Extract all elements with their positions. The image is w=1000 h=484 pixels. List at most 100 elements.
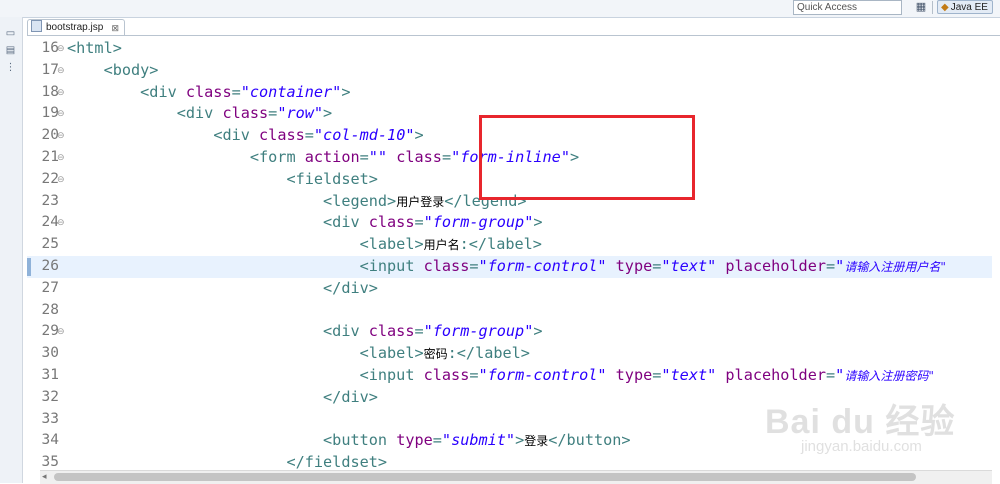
code-token: <label>	[359, 235, 424, 254]
tab-title: bootstrap.jsp	[46, 22, 104, 33]
scrollbar-thumb[interactable]	[54, 473, 916, 481]
code-token: =	[469, 256, 479, 275]
java-ee-icon: ◆	[941, 2, 949, 13]
line-number: 22	[41, 170, 59, 187]
restore-icon[interactable]: ▭	[4, 27, 17, 40]
code-line[interactable]: 30 <label>密码:</label>	[27, 343, 1000, 365]
code-token: class	[185, 82, 232, 101]
red-highlight-box	[479, 115, 695, 200]
code-token: <fieldset>	[286, 169, 378, 188]
code-token: </div>	[323, 278, 378, 297]
code-token: 登录	[524, 434, 549, 449]
code-token: ""	[368, 147, 397, 166]
code-token: =	[414, 213, 424, 232]
code-token: >	[414, 126, 424, 145]
code-token: =	[432, 431, 442, 450]
code-text: <input class="form-control" type="text" …	[67, 365, 934, 388]
line-number: 34	[41, 432, 59, 449]
code-token: =	[304, 126, 314, 145]
code-text: </div>	[67, 278, 378, 300]
code-text: <button type="submit">登录</button>	[67, 430, 631, 453]
left-trim-stack: ▭ ▤ ⋮	[0, 17, 23, 483]
code-line[interactable]: 31 <input class="form-control" type="tex…	[27, 365, 1000, 387]
line-number: 25	[41, 236, 59, 253]
code-text: <div class="form-group">	[67, 212, 543, 234]
code-line[interactable]: 17 ⊖ <body>	[27, 60, 1000, 82]
code-token: =	[826, 256, 836, 275]
code-token: =	[231, 82, 241, 101]
code-text: <body>	[67, 60, 159, 82]
code-token: 用户名	[423, 238, 460, 253]
toolbar-separator	[932, 1, 933, 14]
fold-toggle-icon[interactable]: ⊖	[57, 219, 65, 228]
code-text: <div class="col-md-10">	[67, 125, 424, 147]
open-perspective-icon[interactable]: ▦	[914, 0, 928, 14]
line-number: 29	[41, 323, 59, 340]
fold-toggle-icon[interactable]: ⊖	[57, 45, 65, 54]
line-number: 18	[41, 83, 59, 100]
code-token: class	[423, 365, 470, 384]
code-token: 用户登录	[396, 194, 445, 209]
code-token: <legend>	[323, 191, 397, 210]
line-number: 24	[41, 214, 59, 231]
fold-toggle-icon[interactable]: ⊖	[57, 66, 65, 76]
code-token: <form	[249, 147, 305, 166]
code-line[interactable]: 25 <label>用户名:</label>	[27, 234, 1000, 256]
code-token: =	[826, 365, 836, 384]
code-token: >	[515, 431, 525, 450]
code-line[interactable]: 28	[27, 300, 1000, 322]
watermark-logo: Bai du 经验	[765, 403, 956, 441]
code-text: <div class="container">	[67, 82, 350, 104]
fold-toggle-icon[interactable]: ⊖	[57, 175, 65, 185]
code-token: "row"	[277, 104, 324, 123]
code-token: "form-group"	[423, 213, 534, 232]
code-token: "container"	[240, 82, 342, 101]
code-line[interactable]: 27 </div>	[27, 278, 1000, 300]
line-number: 33	[41, 410, 59, 427]
code-line[interactable]: 29 ⊖ <div class="form-group">	[27, 321, 1000, 343]
code-token: <button	[323, 431, 397, 450]
fold-toggle-icon[interactable]: ⊖	[57, 88, 65, 98]
code-token: type	[615, 256, 653, 275]
code-token: <input	[359, 365, 424, 384]
code-token: class	[222, 104, 269, 123]
code-token: "	[835, 256, 845, 275]
code-line[interactable]: 16 ⊖ <html>	[27, 38, 1000, 60]
code-token: >	[533, 213, 543, 232]
fold-toggle-icon[interactable]: ⊖	[57, 153, 65, 163]
hierarchy-icon[interactable]: ⋮	[4, 61, 17, 74]
code-text: <div class="form-group">	[67, 321, 542, 343]
code-token: "text"	[661, 365, 726, 384]
code-line[interactable]: 26 <input class="form-control" type="tex…	[27, 255, 1000, 278]
horizontal-scrollbar[interactable]: ◂	[40, 470, 992, 484]
code-token: <div	[213, 126, 260, 145]
code-token: "submit"	[441, 431, 516, 450]
fold-toggle-icon[interactable]: ⊖	[57, 110, 65, 119]
line-number: 32	[41, 388, 59, 405]
code-token: "form-group"	[423, 322, 534, 341]
close-tab-icon[interactable]: ⊠	[111, 20, 119, 36]
fold-toggle-icon[interactable]: ⊖	[57, 328, 65, 337]
code-token: :</label>	[447, 344, 530, 363]
java-ee-perspective-button[interactable]: ◆ Java EE	[937, 0, 993, 14]
fold-toggle-icon[interactable]: ⊖	[57, 132, 65, 141]
code-text: <label>用户名:</label>	[67, 234, 542, 257]
line-number: 28	[41, 301, 59, 318]
code-line[interactable]: 24 ⊖ <div class="form-group">	[27, 212, 1000, 234]
code-token: </button>	[548, 431, 631, 450]
code-token: <div	[140, 82, 186, 101]
jsp-file-icon	[31, 20, 42, 32]
line-number: 17	[41, 61, 59, 78]
perspective-label: Java EE	[950, 2, 988, 13]
code-token: class	[396, 147, 442, 166]
code-token: class	[423, 256, 470, 275]
code-line[interactable]: 18 ⊖ <div class="container">	[27, 82, 1000, 104]
code-token: <input	[359, 256, 424, 275]
line-number: 31	[41, 366, 59, 383]
quick-access-input[interactable]: Quick Access	[793, 0, 902, 15]
project-explorer-icon[interactable]: ▤	[4, 44, 17, 57]
scroll-left-icon[interactable]: ◂	[42, 471, 47, 484]
code-token: </fieldset>	[286, 453, 388, 472]
code-token: class	[259, 126, 305, 145]
editor-tab-bootstrap-jsp[interactable]: bootstrap.jsp ⊠	[27, 19, 125, 35]
